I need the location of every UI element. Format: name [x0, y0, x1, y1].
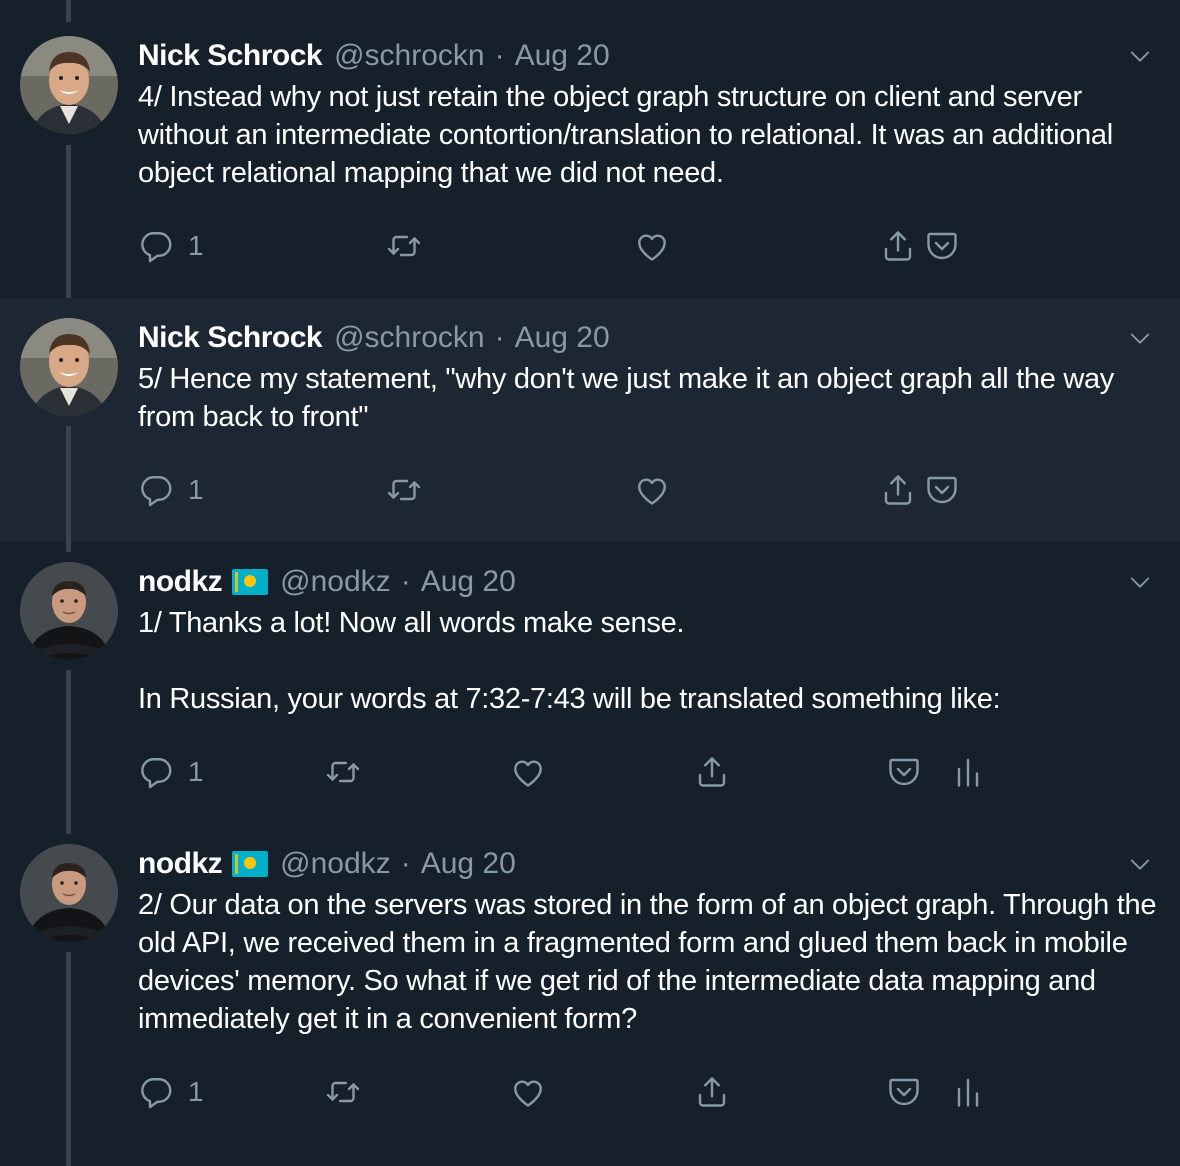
share-button[interactable] — [880, 470, 916, 510]
retweet-button[interactable] — [386, 226, 422, 266]
chevron-down-icon[interactable] — [1126, 568, 1154, 596]
tweet[interactable]: nodkz @nodkz · Aug 20 1/ Thanks a lot! N… — [0, 542, 1180, 834]
like-icon — [634, 228, 670, 264]
chevron-down-icon[interactable] — [1126, 324, 1154, 352]
reply-button[interactable]: 1 — [138, 226, 204, 266]
share-icon — [880, 228, 916, 264]
like-button[interactable] — [510, 1072, 546, 1112]
avatar[interactable] — [20, 36, 118, 134]
author-handle[interactable]: @schrockn — [334, 39, 485, 73]
share-button[interactable] — [694, 752, 730, 792]
tweet-date[interactable]: Aug 20 — [421, 847, 516, 881]
tweet-header: Nick Schrock @schrockn · Aug 20 — [138, 36, 610, 76]
retweet-icon — [325, 1074, 361, 1110]
tweet-date[interactable]: Aug 20 — [515, 39, 610, 73]
thread-line — [66, 542, 71, 552]
tweet-text: 1/ Thanks a lot! Now all words make sens… — [138, 607, 1001, 715]
reply-icon — [138, 1074, 174, 1110]
author-name[interactable]: Nick Schrock — [138, 39, 323, 73]
avatar[interactable] — [20, 318, 118, 416]
tweet[interactable]: nodkz @nodkz · Aug 20 2/ Our data on the… — [0, 824, 1180, 1166]
tweet-actions: 1 — [0, 226, 1180, 266]
tweet-header: nodkz @nodkz · Aug 20 — [138, 844, 516, 884]
reply-icon — [138, 472, 174, 508]
pocket-button[interactable] — [924, 470, 960, 510]
separator: · — [400, 847, 411, 880]
author-handle[interactable]: @schrockn — [334, 321, 485, 355]
avatar[interactable] — [20, 844, 118, 942]
reply-count: 1 — [188, 756, 204, 787]
share-button[interactable] — [694, 1072, 730, 1112]
retweet-icon — [386, 472, 422, 508]
pocket-icon — [886, 1074, 922, 1110]
avatar-image — [20, 36, 118, 134]
pocket-button[interactable] — [924, 226, 960, 266]
reply-button[interactable]: 1 — [138, 752, 204, 792]
reply-count: 1 — [188, 1076, 204, 1107]
author-name[interactable]: Nick Schrock — [138, 321, 323, 355]
share-button[interactable] — [880, 226, 916, 266]
retweet-icon — [386, 228, 422, 264]
reply-button[interactable]: 1 — [138, 470, 204, 510]
tweet[interactable]: Nick Schrock @schrockn · Aug 20 5/ Hence… — [0, 298, 1180, 542]
separator: · — [400, 565, 411, 598]
tweet-actions: 1 — [0, 470, 1180, 510]
like-button[interactable] — [634, 470, 670, 510]
reply-icon — [138, 754, 174, 790]
retweet-icon — [325, 754, 361, 790]
author-name[interactable]: nodkz — [138, 565, 223, 599]
tweet[interactable]: Nick Schrock @schrockn · Aug 20 4/ Inste… — [0, 0, 1180, 306]
retweet-button[interactable] — [325, 1072, 361, 1112]
reply-button[interactable]: 1 — [138, 1072, 204, 1112]
analytics-icon — [950, 1074, 986, 1110]
tweet-date[interactable]: Aug 20 — [421, 565, 516, 599]
like-icon — [510, 754, 546, 790]
pocket-icon — [924, 228, 960, 264]
reply-icon — [138, 228, 174, 264]
kazakhstan-flag-icon — [232, 569, 269, 595]
share-icon — [694, 754, 730, 790]
analytics-icon — [950, 754, 986, 790]
tweet-header: Nick Schrock @schrockn · Aug 20 — [138, 318, 610, 358]
share-icon — [880, 472, 916, 508]
avatar-image — [20, 844, 118, 942]
pocket-button[interactable] — [886, 752, 922, 792]
author-handle[interactable]: @nodkz — [280, 565, 391, 599]
kazakhstan-flag-icon — [232, 851, 269, 877]
tweet-actions: 1 — [0, 1072, 1180, 1112]
like-icon — [634, 472, 670, 508]
pocket-icon — [924, 472, 960, 508]
reply-count: 1 — [188, 474, 204, 505]
retweet-button[interactable] — [325, 752, 361, 792]
share-icon — [694, 1074, 730, 1110]
tweet-text: 4/ Instead why not just retain the objec… — [138, 81, 1121, 189]
pocket-icon — [886, 754, 922, 790]
avatar[interactable] — [20, 562, 118, 660]
separator: · — [494, 321, 505, 354]
retweet-button[interactable] — [386, 470, 422, 510]
author-name[interactable]: nodkz — [138, 847, 223, 881]
author-handle[interactable]: @nodkz — [280, 847, 391, 881]
tweet-header: nodkz @nodkz · Aug 20 — [138, 562, 516, 602]
like-button[interactable] — [634, 226, 670, 266]
like-button[interactable] — [510, 752, 546, 792]
avatar-image — [20, 562, 118, 660]
avatar-image — [20, 318, 118, 416]
analytics-button[interactable] — [950, 1072, 986, 1112]
chevron-down-icon[interactable] — [1126, 850, 1154, 878]
like-icon — [510, 1074, 546, 1110]
tweet-date[interactable]: Aug 20 — [515, 321, 610, 355]
tweet-text: 5/ Hence my statement, "why don't we jus… — [138, 363, 1122, 433]
tweet-actions: 1 — [0, 752, 1180, 792]
thread-line — [66, 952, 71, 1166]
tweet-text: 2/ Our data on the servers was stored in… — [138, 889, 1164, 1035]
analytics-button[interactable] — [950, 752, 986, 792]
pocket-button[interactable] — [886, 1072, 922, 1112]
thread-line — [66, 0, 71, 22]
separator: · — [494, 39, 505, 72]
reply-count: 1 — [188, 230, 204, 261]
chevron-down-icon[interactable] — [1126, 42, 1154, 70]
